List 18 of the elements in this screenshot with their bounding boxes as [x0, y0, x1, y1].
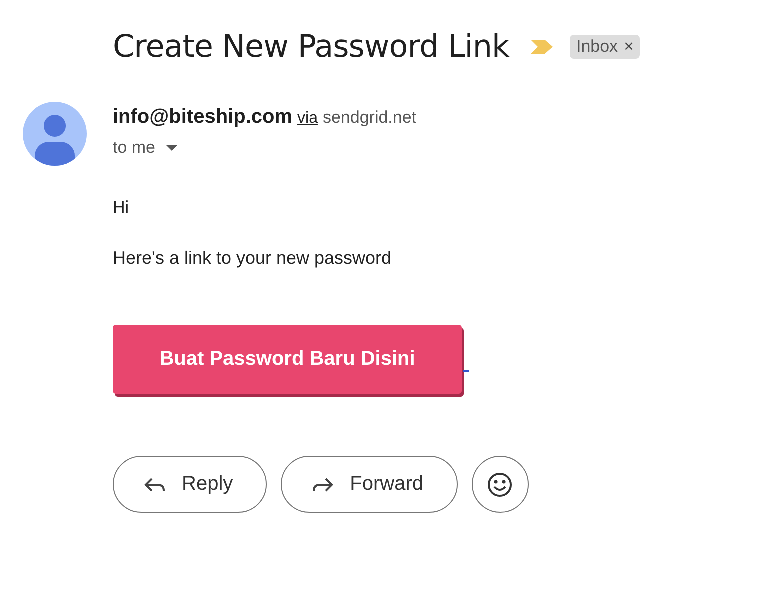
forward-icon	[312, 476, 334, 492]
avatar-icon	[23, 102, 87, 166]
body-text: Here's a link to your new password	[113, 248, 392, 269]
create-password-button[interactable]: Buat Password Baru Disini	[113, 325, 462, 394]
label-text: Inbox	[576, 37, 618, 57]
sender-domain: sendgrid.net	[322, 108, 417, 128]
reply-button[interactable]: Reply	[113, 456, 268, 513]
reply-icon	[144, 476, 166, 492]
importance-marker-icon[interactable]	[531, 40, 554, 54]
caret-icon	[166, 144, 178, 152]
sender-email: info@biteship.com	[113, 106, 293, 129]
email-subject: Create New Password Link	[113, 29, 510, 65]
smiley-icon	[487, 472, 513, 498]
recipient-dropdown[interactable]: to me	[113, 138, 178, 158]
forward-button[interactable]: Forward	[281, 456, 458, 513]
via-link[interactable]: via	[298, 110, 318, 128]
greeting-text: Hi	[113, 198, 130, 218]
remove-label-button[interactable]: ×	[624, 37, 634, 57]
